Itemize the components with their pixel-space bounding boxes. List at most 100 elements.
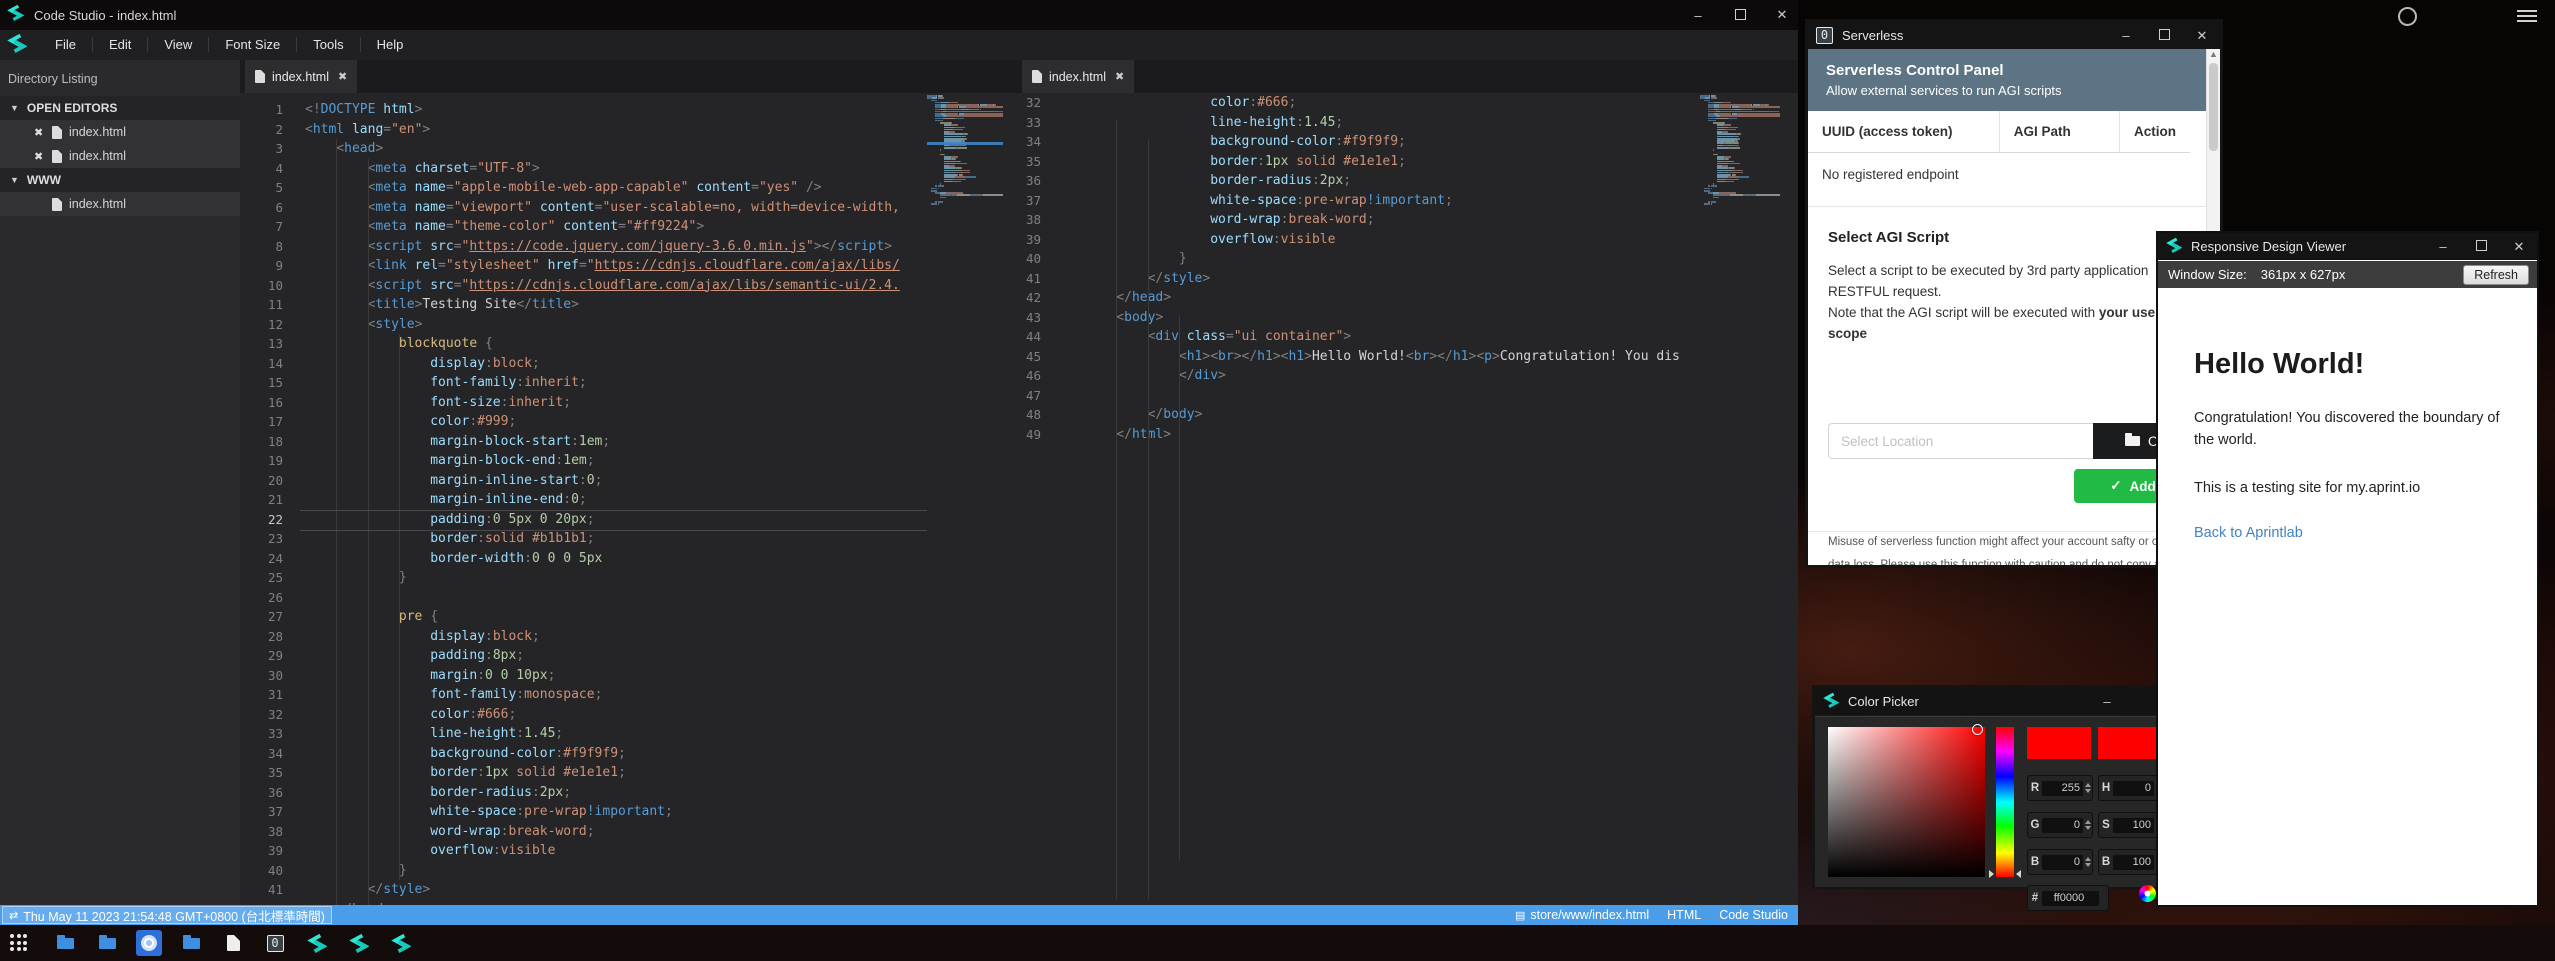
editor-group-1[interactable]: 1234567891011121314151617181920212223242… (240, 93, 1010, 905)
stepper-icon[interactable] (2085, 820, 2091, 830)
stepper-icon[interactable] (2085, 783, 2091, 793)
menu-item-file[interactable]: File (39, 37, 93, 52)
saturation-field[interactable] (1828, 727, 1985, 877)
hex-field[interactable]: # ff0000 (2027, 885, 2109, 911)
code-area[interactable]: color:#666;line-height:1.45;background-c… (1085, 93, 1700, 905)
hex-value[interactable]: ff0000 (2042, 891, 2099, 906)
minimize-button[interactable]: – (2435, 239, 2451, 254)
taskbar-disc-icon[interactable] (136, 930, 162, 956)
taskbar-serverless-icon[interactable]: 0 (262, 930, 288, 956)
statusbar-file-type[interactable]: HTML (1667, 908, 1701, 922)
minimize-button[interactable]: – (2118, 28, 2134, 43)
menu-item-edit[interactable]: Edit (93, 37, 148, 52)
back-link[interactable]: Back to Aprintlab (2194, 525, 2537, 541)
document-icon (227, 935, 240, 951)
maximize-button[interactable] (1732, 8, 1748, 23)
script-location-input[interactable] (1828, 423, 2093, 459)
sidebar: Directory Listing ▼OPEN EDITORS✖index.ht… (0, 60, 240, 905)
menu-item-tools[interactable]: Tools (297, 37, 360, 52)
line-number: 43 (1010, 308, 1058, 328)
saturation-cursor[interactable] (1972, 724, 1983, 735)
color-field-s1[interactable]: S100 (2098, 812, 2164, 838)
tab-close-icon[interactable]: ✖ (338, 70, 347, 83)
close-button[interactable]: ✕ (1774, 7, 1790, 23)
line-number: 39 (240, 841, 300, 861)
field-value[interactable]: 0 (2042, 855, 2083, 870)
taskbar-code-studio-icon[interactable] (346, 930, 372, 956)
close-button[interactable]: ✕ (2194, 28, 2210, 44)
sidebar-header: Directory Listing (0, 60, 240, 96)
color-field-h0[interactable]: H0 (2098, 775, 2164, 801)
line-number: 41 (1010, 269, 1058, 289)
loading-ring-icon[interactable] (2398, 7, 2417, 26)
hue-arrow-left-icon (1989, 870, 1994, 878)
line-number: 46 (1010, 366, 1058, 386)
field-value[interactable]: 255 (2042, 781, 2083, 796)
line-number: 47 (1010, 386, 1058, 406)
color-field-b2[interactable]: B100 (2098, 849, 2164, 875)
save-icon: ▤ (1515, 909, 1525, 922)
taskbar-code-studio-icon[interactable] (304, 930, 330, 956)
hue-slider[interactable] (1996, 727, 2014, 877)
taskbar-document-icon[interactable] (220, 930, 246, 956)
minimize-button[interactable]: – (2099, 694, 2115, 709)
maximize-button[interactable] (2473, 239, 2489, 254)
statusbar-file-path[interactable]: ▤ store/www/index.html (1515, 908, 1649, 922)
sidebar-item-index.html[interactable]: ✖index.html (0, 192, 240, 216)
line-number: 45 (1010, 347, 1058, 367)
line-number: 15 (240, 373, 300, 393)
line-number: 49 (1010, 425, 1058, 445)
close-icon[interactable]: ✖ (34, 126, 48, 139)
color-field-g1[interactable]: G0 (2027, 812, 2093, 838)
app-launcher-icon[interactable] (10, 934, 28, 952)
menu-item-font-size[interactable]: Font Size (209, 37, 297, 52)
line-number: 27 (240, 607, 300, 627)
taskbar-folder-icon[interactable] (52, 930, 78, 956)
sidebar-item-index.html[interactable]: ✖index.html (0, 120, 240, 144)
tab-close-icon[interactable]: ✖ (1115, 70, 1124, 83)
color-field-r0[interactable]: R255 (2027, 775, 2093, 801)
col-uuid: UUID (access token) (1808, 111, 1999, 153)
taskbar-code-studio-icon[interactable] (388, 930, 414, 956)
statusbar-datetime[interactable]: ⇄ Thu May 11 2023 21:54:48 GMT+0800 (台北標… (2, 906, 332, 924)
sidebar-section-www[interactable]: ▼WWW (0, 168, 240, 192)
close-button[interactable]: ✕ (2511, 239, 2527, 255)
line-number: 12 (240, 315, 300, 335)
previous-color-swatch (2098, 727, 2162, 759)
color-wheel-icon[interactable] (2139, 885, 2156, 902)
color-field-b2[interactable]: B0 (2027, 849, 2093, 875)
editor-group-2[interactable]: 323334353637383940414243444546474849colo… (1010, 93, 1798, 905)
line-number: 18 (240, 432, 300, 452)
field-value[interactable]: 100 (2113, 855, 2154, 870)
refresh-button[interactable]: Refresh (2463, 265, 2529, 285)
folder-icon (2125, 436, 2140, 446)
code-line (1085, 386, 1700, 406)
current-color-swatch (2027, 727, 2091, 759)
close-icon[interactable]: ✖ (34, 150, 48, 163)
sidebar-section-open-editors[interactable]: ▼OPEN EDITORS (0, 96, 240, 120)
sidebar-item-index.html[interactable]: ✖index.html (0, 144, 240, 168)
field-value[interactable]: 100 (2113, 818, 2154, 833)
tab-index-html[interactable]: index.html ✖ (245, 60, 357, 93)
line-number: 44 (1010, 327, 1058, 347)
maximize-button[interactable] (2156, 28, 2172, 43)
minimap[interactable] (927, 95, 1003, 235)
taskbar-folder-icon[interactable] (94, 930, 120, 956)
field-value[interactable]: 0 (2113, 781, 2154, 796)
scroll-up-icon[interactable]: ▲ (2207, 49, 2220, 59)
tab-index-html[interactable]: index.html ✖ (1022, 60, 1134, 93)
line-number: 17 (240, 412, 300, 432)
line-number: 36 (1010, 171, 1058, 191)
minimize-button[interactable]: – (1690, 8, 1706, 23)
menu-item-help[interactable]: Help (361, 37, 420, 52)
menu-item-view[interactable]: View (148, 37, 209, 52)
stepper-icon[interactable] (2085, 857, 2091, 867)
minimap[interactable] (1700, 95, 1790, 235)
line-number: 38 (1010, 210, 1058, 230)
hamburger-menu-icon[interactable] (2517, 10, 2537, 22)
field-value[interactable]: 0 (2042, 818, 2083, 833)
page-heading: Hello World! (2194, 348, 2537, 381)
taskbar-folder-icon[interactable] (178, 930, 204, 956)
file-icon (52, 126, 62, 139)
statusbar-app-name[interactable]: Code Studio (1719, 908, 1788, 922)
